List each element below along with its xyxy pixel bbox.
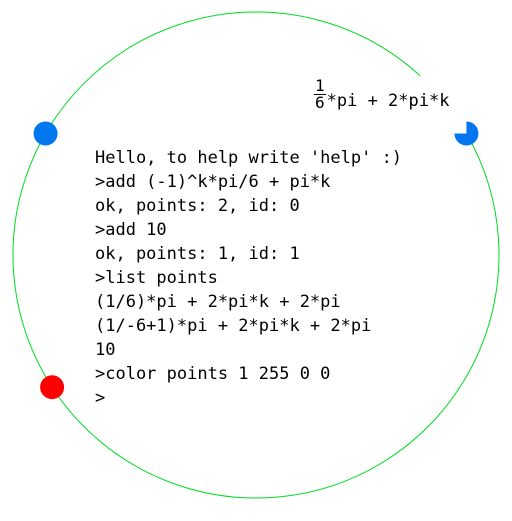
console-input-prompt[interactable]: > [95, 386, 495, 410]
console-line: (1/-6+1)*pi + 2*pi*k + 2*pi [95, 316, 372, 336]
fraction: 1 6 [314, 78, 326, 111]
console-line: 10 [95, 340, 116, 360]
unit-circle-app: 1 6 *pi + 2*pi*k Hello, to help write 'h… [0, 0, 512, 521]
point-marker[interactable] [40, 375, 65, 400]
point-marker[interactable] [33, 121, 58, 146]
console-line: (1/6)*pi + 2*pi*k + 2*pi [95, 292, 341, 312]
console-line: >add 10 [95, 220, 167, 240]
console-line: ok, points: 2, id: 0 [95, 196, 300, 216]
console-line: >color points 1 255 0 0 [95, 364, 331, 384]
console-line: >add (-1)^k*pi/6 + pi*k [95, 172, 331, 192]
point-hover-label: 1 6 *pi + 2*pi*k [314, 78, 494, 111]
console-line: ok, points: 1, id: 1 [95, 244, 300, 264]
console-line: Hello, to help write 'help' :) [95, 148, 403, 168]
console-output[interactable]: Hello, to help write 'help' :) >add (-1)… [95, 146, 495, 410]
point-marker[interactable] [454, 121, 479, 146]
label-rest: *pi + 2*pi*k [326, 90, 450, 111]
console-line: >list points [95, 268, 218, 288]
fraction-denominator: 6 [315, 93, 325, 112]
